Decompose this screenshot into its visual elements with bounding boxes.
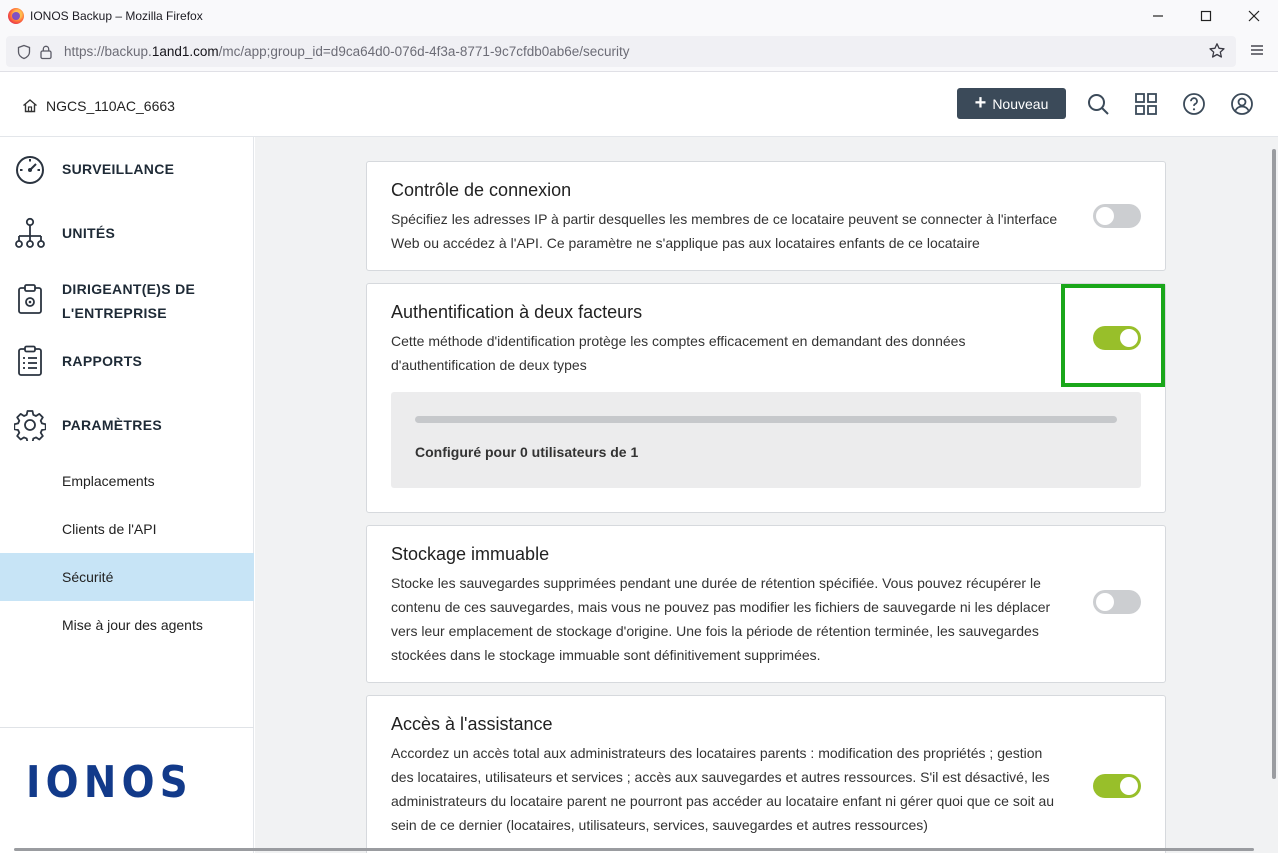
tenant-selector[interactable]: NGCS_110AC_6663 xyxy=(22,98,175,114)
horizontal-scrollbar[interactable] xyxy=(0,846,1270,853)
two-factor-status-text: Configuré pour 0 utilisateurs de 1 xyxy=(415,444,639,460)
gear-icon xyxy=(14,410,46,441)
maximize-button[interactable] xyxy=(1182,0,1230,32)
card-title: Stockage immuable xyxy=(391,544,550,564)
sidebar-subitem-label: Emplacements xyxy=(62,473,155,489)
card-description: Cette méthode d'identification protège l… xyxy=(391,333,966,373)
user-account-icon[interactable] xyxy=(1230,92,1254,116)
hierarchy-icon xyxy=(15,217,45,248)
card-description: Accordez un accès total aux administrate… xyxy=(391,745,1055,833)
sidebar-item-label: PARAMÈTRES xyxy=(62,417,162,433)
ionos-logo: IONOS xyxy=(26,757,193,808)
sidebar-subitem-label: Mise à jour des agents xyxy=(62,617,203,633)
help-icon[interactable] xyxy=(1182,92,1206,116)
sidebar-item-label: RAPPORTS xyxy=(62,353,143,369)
shield-icon[interactable] xyxy=(14,42,34,62)
two-factor-progress-bar xyxy=(415,416,1117,423)
sidebar-item-label: SURVEILLANCE xyxy=(62,161,175,177)
login-control-toggle[interactable] xyxy=(1093,204,1141,228)
card-title: Accès à l'assistance xyxy=(391,714,553,734)
sidebar-item-surveillance[interactable]: SURVEILLANCE xyxy=(0,153,254,185)
sidebar-divider xyxy=(0,727,254,728)
card-description: Stocke les sauvegardes supprimées pendan… xyxy=(391,575,1051,663)
sidebar-item-company-managers[interactable]: DIRIGEANT(E)S DE L'ENTREPRISE xyxy=(0,277,254,325)
url-text[interactable]: https://backup.1and1.com/mc/app;group_id… xyxy=(64,44,630,59)
sidebar-item-units[interactable]: UNITÉS xyxy=(0,217,254,249)
apps-grid-icon[interactable] xyxy=(1134,92,1158,116)
new-button[interactable]: + Nouveau xyxy=(957,88,1066,119)
sidebar-subitem-security[interactable]: Sécurité xyxy=(0,553,254,601)
minimize-icon xyxy=(1153,15,1163,17)
sidebar-item-settings[interactable]: PARAMÈTRES xyxy=(0,409,254,441)
sidebar: SURVEILLANCE UNITÉS DIRIGEANT(E)S DE L'E… xyxy=(0,137,254,853)
close-window-button[interactable] xyxy=(1230,0,1278,32)
report-icon xyxy=(18,345,42,376)
browser-title-bar: IONOS Backup – Mozilla Firefox xyxy=(0,0,1278,32)
browser-navigation-bar: https://backup.1and1.com/mc/app;group_id… xyxy=(0,32,1278,72)
sidebar-item-label: DIRIGEANT(E)S DE L'ENTREPRISE xyxy=(62,281,196,321)
maximize-icon xyxy=(1200,10,1212,22)
sidebar-subitem-api-clients[interactable]: Clients de l'API xyxy=(0,505,254,553)
immutable-storage-toggle[interactable] xyxy=(1093,590,1141,614)
sidebar-subitem-locations[interactable]: Emplacements xyxy=(0,457,254,505)
card-title: Contrôle de connexion xyxy=(391,180,572,200)
two-factor-card: Authentification à deux facteurs Cette m… xyxy=(366,283,1166,513)
url-bar[interactable]: https://backup.1and1.com/mc/app;group_id… xyxy=(6,36,1236,67)
lock-icon[interactable] xyxy=(36,42,56,62)
gauge-icon xyxy=(16,156,44,184)
immutable-storage-card: Stockage immuable Stocke les sauvegardes… xyxy=(366,525,1166,683)
two-factor-toggle[interactable] xyxy=(1093,326,1141,350)
window-title: IONOS Backup – Mozilla Firefox xyxy=(30,9,203,23)
sidebar-item-label: UNITÉS xyxy=(62,225,116,241)
vertical-scrollbar[interactable] xyxy=(1270,137,1278,853)
sidebar-subitem-label: Clients de l'API xyxy=(62,521,157,537)
main-content: Contrôle de connexion Spécifiez les adre… xyxy=(255,137,1270,853)
app-header: NGCS_110AC_6663 + Nouveau xyxy=(0,73,1278,137)
sidebar-subitem-label: Sécurité xyxy=(62,569,114,585)
login-control-card: Contrôle de connexion Spécifiez les adre… xyxy=(366,161,1166,271)
support-access-card: Accès à l'assistance Accordez un accès t… xyxy=(366,695,1166,853)
hamburger-menu-icon[interactable] xyxy=(1250,43,1264,62)
search-icon[interactable] xyxy=(1086,92,1110,116)
support-access-toggle[interactable] xyxy=(1093,774,1141,798)
bookmark-star-icon[interactable] xyxy=(1208,42,1226,65)
tenant-name: NGCS_110AC_6663 xyxy=(46,98,175,114)
card-title: Authentification à deux facteurs xyxy=(391,302,643,322)
card-description: Spécifiez les adresses IP à partir desqu… xyxy=(391,211,1058,251)
firefox-logo-icon xyxy=(8,8,24,24)
close-icon xyxy=(1248,10,1260,22)
clipboard-gear-icon xyxy=(18,284,42,314)
home-icon xyxy=(23,99,37,113)
new-button-label: Nouveau xyxy=(992,95,1049,112)
two-factor-status-panel: Configuré pour 0 utilisateurs de 1 xyxy=(391,392,1141,488)
minimize-button[interactable] xyxy=(1134,0,1182,32)
sidebar-subitem-agent-updates[interactable]: Mise à jour des agents xyxy=(0,601,254,649)
plus-icon: + xyxy=(974,91,987,114)
sidebar-item-reports[interactable]: RAPPORTS xyxy=(0,345,254,377)
